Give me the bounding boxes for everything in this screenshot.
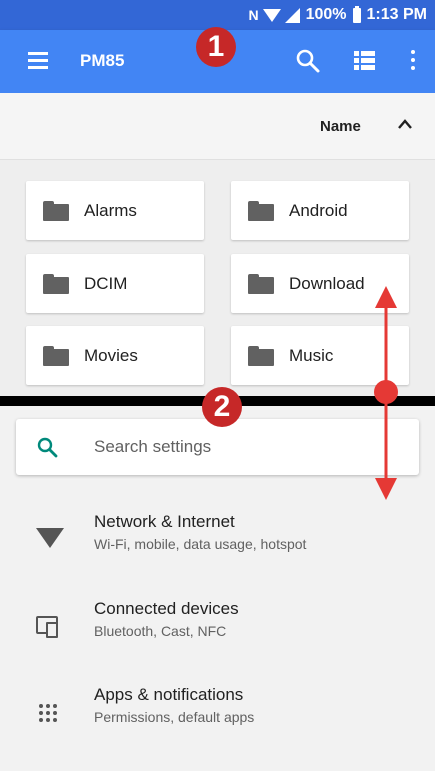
toolbar-title: PM85 [80,51,125,70]
search-settings-placeholder: Search settings [94,437,212,456]
annotation-badge-1: 1 [196,27,236,67]
folder-icon [248,273,274,294]
setting-apps-notifications[interactable]: Apps & notifications Permissions, defaul… [0,681,435,751]
folder-name: DCIM [84,273,128,293]
folder-name: Music [289,345,334,365]
folder-name: Movies [84,345,138,365]
resize-arrow-icon [374,286,398,500]
signal-icon [284,7,300,23]
setting-subtitle: Permissions, default apps [94,709,255,725]
sort-header: Name [0,93,435,160]
annotation-badge-2: 2 [202,387,242,427]
status-time: 1:13 PM [366,6,427,23]
folder-name: Android [289,200,348,220]
setting-connected-devices[interactable]: Connected devices Bluetooth, Cast, NFC [0,595,435,665]
folder-item[interactable]: Movies [26,326,204,385]
folder-name: Alarms [84,200,137,220]
battery-icon [352,5,361,23]
settings-search-bar[interactable]: Search settings [16,419,419,475]
wifi-icon [36,524,64,552]
setting-network-internet[interactable]: Network & Internet Wi-Fi, mobile, data u… [0,508,435,578]
search-icon[interactable] [295,48,321,74]
folder-item[interactable]: Alarms [26,181,204,240]
folder-icon [43,200,69,221]
search-icon [37,437,58,458]
folder-icon [248,345,274,366]
folder-item[interactable]: DCIM [26,254,204,313]
list-view-icon[interactable] [354,51,376,71]
sort-by-name[interactable]: Name [320,118,361,135]
setting-title: Network & Internet [94,512,235,531]
folder-item[interactable]: Android [231,181,409,240]
setting-subtitle: Bluetooth, Cast, NFC [94,623,227,639]
folder-icon [43,345,69,366]
folder-name: Download [289,273,365,293]
nfc-icon: N [248,7,259,23]
devices-icon [36,611,64,639]
wifi-status-icon [262,8,281,22]
folder-icon [248,200,274,221]
setting-title: Connected devices [94,599,239,618]
status-bar: N 100% 1:13 PM [0,0,435,30]
folder-icon [43,273,69,294]
status-icons: N [248,7,300,23]
apps-icon [36,697,64,725]
more-vert-icon[interactable] [410,50,416,72]
menu-icon[interactable] [28,52,48,70]
battery-percent: 100% [305,6,347,23]
setting-title: Apps & notifications [94,685,244,704]
setting-subtitle: Wi-Fi, mobile, data usage, hotspot [94,536,307,552]
chevron-up-icon[interactable] [397,116,413,132]
